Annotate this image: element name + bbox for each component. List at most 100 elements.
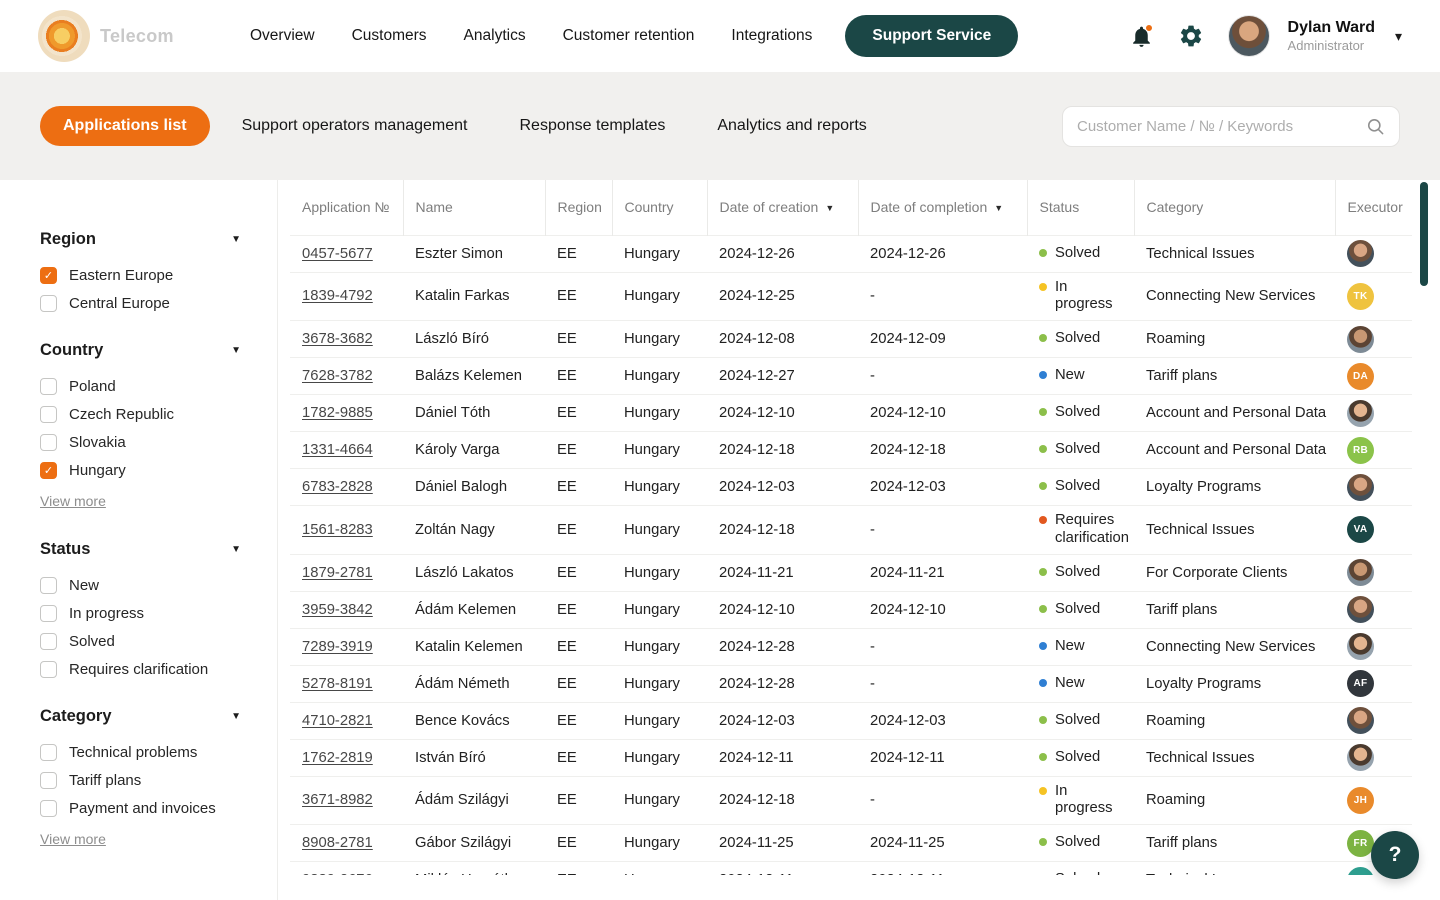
filter-header-country[interactable]: Country▼ [40,341,241,360]
cell-date-of-creation: 2024-12-03 [707,702,858,739]
notifications-bell-icon[interactable] [1129,24,1154,49]
checkbox-icon[interactable] [40,633,57,650]
executor-avatar[interactable]: VA [1347,516,1374,543]
executor-avatar[interactable]: FR [1347,830,1374,857]
executor-avatar[interactable] [1347,559,1374,586]
filter-header-region[interactable]: Region▼ [40,230,241,249]
tab-analytics-and-reports[interactable]: Analytics and reports [697,107,886,145]
checkbox-icon[interactable] [40,434,57,451]
status-indicator: Solved [1039,871,1122,875]
nav-item-overview[interactable]: Overview [250,27,315,45]
filter-option-central-europe[interactable]: Central Europe [40,295,241,312]
checkbox-icon[interactable] [40,605,57,622]
application-number-link[interactable]: 1839-4792 [302,288,373,304]
filter-option-in-progress[interactable]: In progress [40,605,241,622]
application-number-link[interactable]: 8908-2781 [302,835,373,851]
checkbox-checked-icon[interactable]: ✓ [40,267,57,284]
main-nav: Overview Customers Analytics Customer reten… [250,27,812,45]
checkbox-icon[interactable] [40,772,57,789]
cell-date-of-completion: - [858,628,1027,665]
application-number-link[interactable]: 3678-3682 [302,331,373,347]
sort-desc-icon[interactable]: ▼ [994,203,1003,213]
executor-avatar[interactable] [1347,867,1374,875]
executor-avatar[interactable]: RB [1347,437,1374,464]
filter-option-eastern-europe[interactable]: ✓Eastern Europe [40,267,241,284]
nav-item-integrations[interactable]: Integrations [731,27,812,45]
filter-option-poland[interactable]: Poland [40,378,241,395]
checkbox-icon[interactable] [40,295,57,312]
executor-avatar[interactable] [1347,474,1374,501]
user-avatar[interactable] [1228,15,1270,57]
column-header-date-of-creation[interactable]: Date of creation▼ [707,180,858,235]
tab-applications-list[interactable]: Applications list [40,106,210,146]
tab-support-operators-management[interactable]: Support operators management [222,107,488,145]
executor-avatar[interactable] [1347,744,1374,771]
application-number-link[interactable]: 5278-8191 [302,676,373,692]
checkbox-icon[interactable] [40,800,57,817]
filter-option-tariff-plans[interactable]: Tariff plans [40,772,241,789]
cell-category: Connecting New Services [1134,628,1335,665]
filter-option-slovakia[interactable]: Slovakia [40,434,241,451]
cell-date-of-completion: 2024-12-11 [858,739,1027,776]
filter-option-czech-republic[interactable]: Czech Republic [40,406,241,423]
filter-option-payment-and-invoices[interactable]: Payment and invoices [40,800,241,817]
application-number-link[interactable]: 0457-5677 [302,246,373,262]
settings-gear-icon[interactable] [1178,23,1204,49]
column-header-date-of-completion[interactable]: Date of completion▼ [858,180,1027,235]
application-number-link[interactable]: 1762-2819 [302,750,373,766]
executor-avatar[interactable] [1347,633,1374,660]
filter-option-technical-problems[interactable]: Technical problems [40,744,241,761]
status-indicator: Solved [1039,441,1122,459]
filter-header-category[interactable]: Category▼ [40,707,241,726]
filter-header-status[interactable]: Status▼ [40,540,241,559]
application-number-link[interactable]: 1782-9885 [302,405,373,421]
executor-avatar[interactable] [1347,326,1374,353]
executor-avatar[interactable] [1347,596,1374,623]
cell-date-of-creation: 2024-12-26 [707,235,858,272]
application-number-link[interactable]: 1561-8283 [302,522,373,538]
view-more-link[interactable]: View more [40,831,106,847]
table-row: 4710-2821Bence KovácsEEHungary2024-12-03… [290,702,1412,739]
checkbox-icon[interactable] [40,744,57,761]
view-more-link[interactable]: View more [40,493,106,509]
checkbox-checked-icon[interactable]: ✓ [40,462,57,479]
help-button[interactable]: ? [1371,831,1419,879]
application-number-link[interactable]: 7628-3782 [302,368,373,384]
executor-avatar[interactable] [1347,707,1374,734]
filter-option-hungary[interactable]: ✓Hungary [40,462,241,479]
executor-avatar[interactable]: JH [1347,787,1374,814]
application-number-link[interactable]: 4710-2821 [302,713,373,729]
cell-region: EE [545,395,612,432]
nav-item-customers[interactable]: Customers [352,27,427,45]
checkbox-icon[interactable] [40,378,57,395]
cell-name: Miklós Horváth [403,862,545,876]
nav-item-customer-retention[interactable]: Customer retention [563,27,695,45]
nav-item-analytics[interactable]: Analytics [464,27,526,45]
search-icon[interactable] [1366,117,1385,136]
checkbox-icon[interactable] [40,406,57,423]
sort-desc-icon[interactable]: ▼ [825,203,834,213]
application-number-link[interactable]: 9839-2676 [302,872,373,875]
application-number-link[interactable]: 7289-3919 [302,639,373,655]
application-number-link[interactable]: 1879-2781 [302,565,373,581]
user-menu-chevron-icon[interactable]: ▾ [1395,28,1402,45]
application-number-link[interactable]: 3959-3842 [302,602,373,618]
checkbox-icon[interactable] [40,577,57,594]
application-number-link[interactable]: 6783-2828 [302,479,373,495]
tab-response-templates[interactable]: Response templates [500,107,686,145]
filter-option-requires-clarification[interactable]: Requires clarification [40,661,241,678]
checkbox-icon[interactable] [40,661,57,678]
support-service-button[interactable]: Support Service [845,15,1018,57]
executor-avatar[interactable]: DA [1347,363,1374,390]
filter-option-new[interactable]: New [40,577,241,594]
application-number-link[interactable]: 3671-8982 [302,792,373,808]
scrollbar-thumb[interactable] [1420,182,1428,286]
cell-name: Károly Varga [403,432,545,469]
executor-avatar[interactable] [1347,240,1374,267]
application-number-link[interactable]: 1331-4664 [302,442,373,458]
executor-avatar[interactable]: TK [1347,283,1374,310]
executor-avatar[interactable]: AF [1347,670,1374,697]
filter-option-solved[interactable]: Solved [40,633,241,650]
executor-avatar[interactable] [1347,400,1374,427]
search-input[interactable] [1077,118,1358,135]
